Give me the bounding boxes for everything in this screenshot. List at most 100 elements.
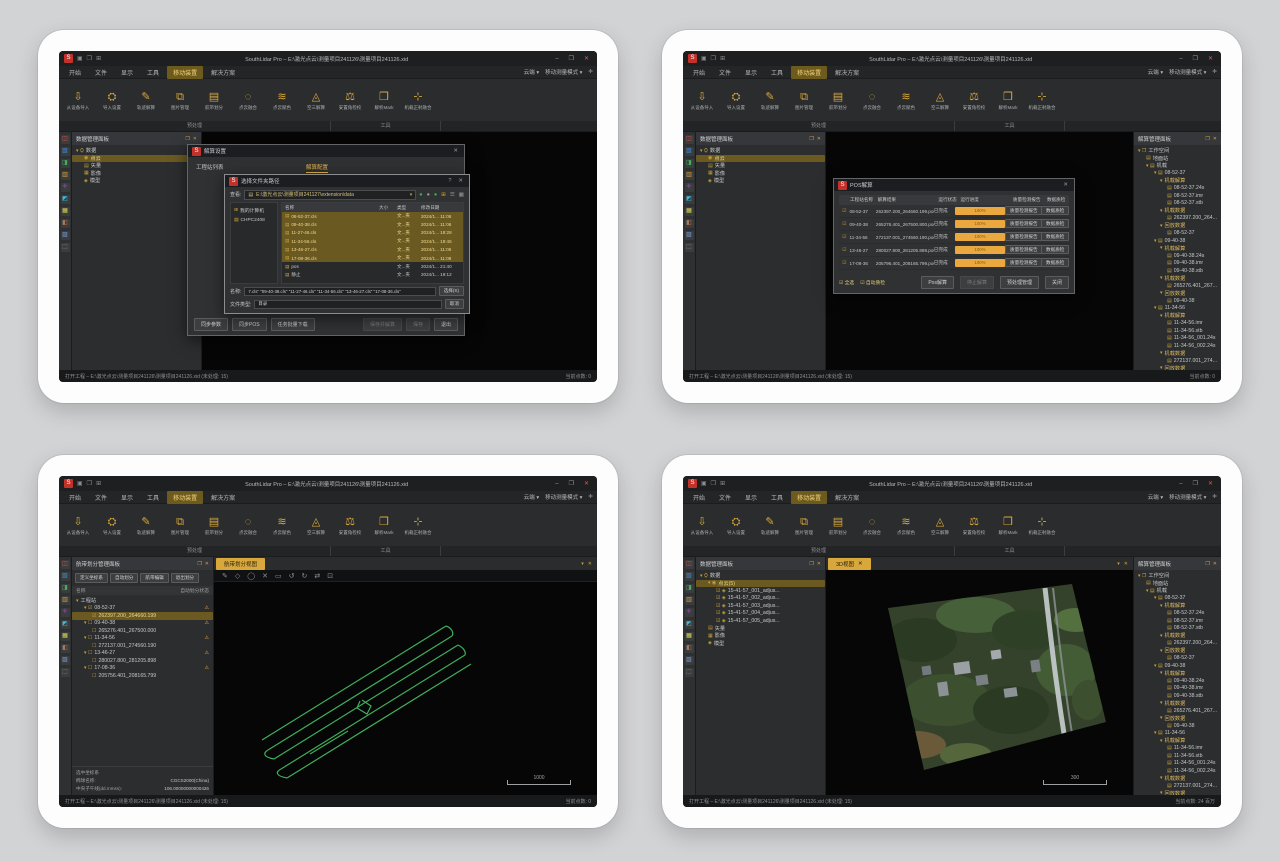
path-combobox[interactable]: ▤ E:\激光点云\测量项目241127\extension\data ▾ [244,190,416,200]
toolbar-icon[interactable]: ◫ [61,560,70,569]
cloud-dropdown[interactable]: 云端 ▾ [524,68,539,76]
menu-tab[interactable]: 移动装置 [167,491,203,504]
tree-item[interactable]: ▤ 08-52-37 [1134,230,1221,238]
tree-item[interactable]: ▤ 09-40-38.imr [1134,685,1221,693]
ribbon-button[interactable]: ❒ 解析Mark [367,81,401,121]
tree-item[interactable]: ▾ 机载数据 [1134,775,1221,783]
toolbar-icon[interactable]: ▨ [685,656,694,665]
save-icon[interactable]: ▣ [701,55,707,62]
ribbon-button[interactable]: ✎ 轨迹解算 [129,506,163,546]
view3d-canvas[interactable]: 3D视图 ✕ ▾ ✕ [826,557,1133,795]
row-checkbox[interactable]: ☑ [839,234,850,240]
toolbar-icon[interactable]: ◩ [61,195,70,204]
ribbon-button[interactable]: ◌ 点云融合 [231,506,265,546]
mode-dropdown[interactable]: 移动测量模式 ▾ [545,68,582,76]
sync-pos-button[interactable]: 同步POS [232,318,267,331]
ribbon-button[interactable]: ⇩ 从设备导入 [685,81,719,121]
tree-item[interactable]: ▤ 矢量 [696,162,825,170]
toolbar-icon[interactable]: ✛ [61,183,70,192]
ribbon-button[interactable]: ⊹ 机载正射融合 [401,81,435,121]
ribbon-button[interactable]: ⛭ 导入设置 [95,506,129,546]
save-settings-button[interactable]: 保存 [406,318,430,331]
tree-item[interactable]: ▤ 11-34-56.imr [1134,320,1221,328]
toolbar-icon[interactable]: ▨ [61,231,70,240]
tree-item[interactable]: ▾ ▤ 11-34-56 [1134,305,1221,313]
menu-tab[interactable]: 文件 [89,491,113,504]
tree-item-checkbox[interactable]: ☐ [92,673,96,679]
tab-close-icon[interactable]: ✕ [858,561,863,567]
menu-tab[interactable]: 显示 [739,491,763,504]
exit-divide-button[interactable]: 退出划分 [171,573,199,583]
tree-item[interactable]: ▤ 262397.200_264... [1134,215,1221,223]
ribbon-pin-icon[interactable]: ✛ [1212,69,1217,75]
close-button[interactable]: ✕ [581,480,592,487]
toolbar-icon[interactable]: ▨ [685,231,694,240]
tree-item[interactable]: ☑ ◈ 15-41-57_001_adjus... [696,587,825,595]
toolbar-icon[interactable]: ▧ [685,147,694,156]
ribbon-button[interactable]: ▤ 航带划分 [197,81,231,121]
menu-tab[interactable]: 移动装置 [791,491,827,504]
tree-item[interactable]: ▾ 回放数据 [1134,790,1221,796]
row-checkbox[interactable]: ☑ [839,247,850,253]
toolbar-icon[interactable]: ▧ [61,147,70,156]
toolbar-icon[interactable]: ◫ [685,135,694,144]
dialog-toolbar-icon[interactable]: ● [427,192,430,198]
tree-item[interactable]: ▤ 265276.401_267... [1134,282,1221,290]
toolbar-icon[interactable]: ▥ [61,171,70,180]
menu-tab[interactable]: 开始 [63,491,87,504]
ribbon-button[interactable]: ▤ 航带划分 [821,81,855,121]
ribbon-button[interactable]: ❒ 解析Mark [991,506,1025,546]
tree-item[interactable]: ▤ 11-34-56.stb [1134,752,1221,760]
tree-item[interactable]: ▤ 09-40-38.stb [1134,692,1221,700]
dialog-toolbar-icon[interactable]: ▦ [459,192,464,198]
ribbon-button[interactable]: ≋ 点云赋色 [889,81,923,121]
tree-item[interactable]: ▤ 08-52-37.imr [1134,192,1221,200]
menu-tab[interactable]: 工具 [765,66,789,79]
maximize-button[interactable]: ❐ [566,55,577,62]
ribbon-button[interactable]: ✎ 轨迹解算 [753,506,787,546]
tree-item[interactable]: ▤ 08-52-37.imr [1134,617,1221,625]
toolbar-icon[interactable]: ◧ [61,219,70,228]
tree-item[interactable]: ☐ 272137.001_274560.190 [72,642,213,650]
places-item[interactable]: ▤ CHPC2408 [231,216,277,225]
file-row[interactable]: ▤pos 文...夹 2024/1... 21:40 [282,262,463,270]
ribbon-button[interactable]: ≋ 点云赋色 [265,81,299,121]
quality-report-button[interactable]: 质量检测报告 [1005,232,1043,241]
batch-download-button[interactable]: 任务批量下载 [271,318,315,331]
minimize-button[interactable]: – [552,56,561,62]
tree-item-checkbox[interactable]: ☑ [92,613,96,619]
ribbon-button[interactable]: ≋ 点云赋色 [889,506,923,546]
tree-item[interactable]: ▾ ☐ 09-40-38 ⚠ [72,620,213,628]
toolbar-icon[interactable]: ▥ [61,596,70,605]
menu-tab[interactable]: 移动装置 [791,66,827,79]
ribbon-button[interactable]: ◌ 点云融合 [231,81,265,121]
tree-item[interactable]: ▾ ▤ 08-52-37 [1134,595,1221,603]
tree-item[interactable]: ▤ 08-52-37 [1134,655,1221,663]
dialog-close-icon[interactable]: ✕ [451,148,460,154]
tree-item[interactable]: ▾ 机载解算 [1134,177,1221,185]
tree-item[interactable]: ▾ 回放数据 [1134,365,1221,371]
tab-close-icon[interactable]: ✕ [1124,561,1128,567]
stop-solve-button[interactable]: 停止解算 [960,276,994,289]
panel-close-icon[interactable]: ✕ [205,561,209,567]
trajectory-drawing[interactable]: 1000 [214,582,597,795]
toolbar-icon[interactable]: ◨ [61,159,70,168]
open-folder-icon[interactable]: ❐ [87,55,92,62]
exit-button[interactable]: 退出 [434,318,458,331]
tab-close-icon[interactable]: ✕ [588,561,592,567]
menu-tab[interactable]: 显示 [115,66,139,79]
ribbon-button[interactable]: ✎ 轨迹解算 [753,81,787,121]
new-project-icon[interactable]: ⊞ [96,480,101,487]
tree-item-checkbox[interactable]: ☐ [92,628,96,634]
ribbon-button[interactable]: ⚖ 安置角检校 [957,506,991,546]
tree-item-checkbox[interactable]: ☐ [92,658,96,664]
panel-float-icon[interactable]: ❐ [809,561,813,567]
toolbar-icon[interactable]: ▦ [685,632,694,641]
dialog-close-icon[interactable]: ✕ [456,178,465,184]
tree-item[interactable]: ▤ 08-52-37.stb [1134,625,1221,633]
row-checkbox[interactable]: ☑ [839,260,850,266]
tree-item[interactable]: ▤ 09-40-38.24s [1134,252,1221,260]
file-row[interactable]: ▤11-27-46.cls 文...夹 2024/1... 19:28 [282,229,463,237]
auto-qc-checkbox[interactable]: ☑ 自动质检 [860,279,885,286]
strip-view-canvas[interactable]: 航带划分视图 ▾ ✕ ✎◇◯✕▭↺↻⇄⊡ [214,557,597,795]
